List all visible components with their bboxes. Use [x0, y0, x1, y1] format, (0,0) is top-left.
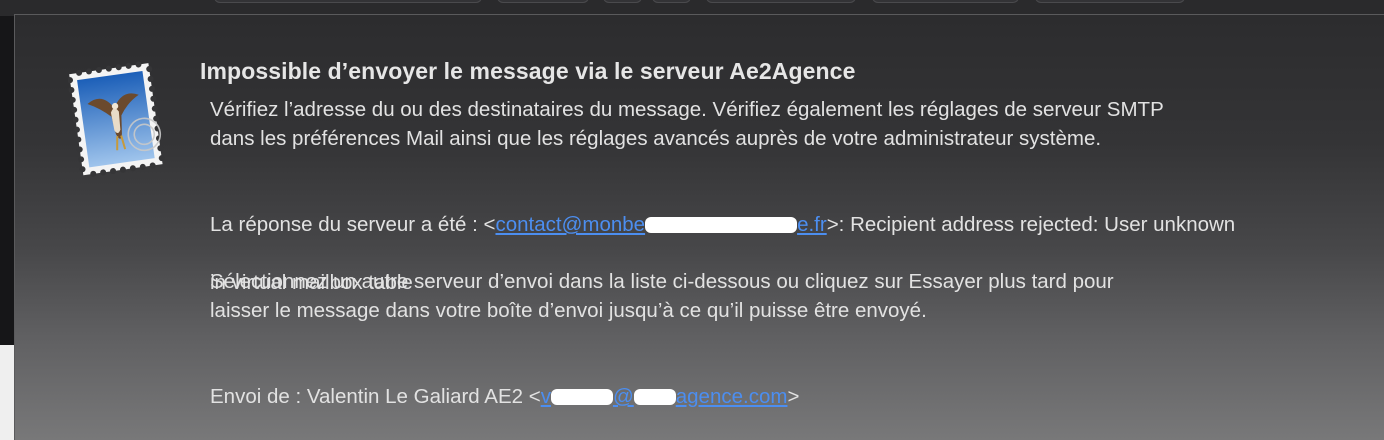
mail-stamp-icon: [66, 60, 166, 180]
redaction-mark: [633, 389, 676, 405]
background-window-edge-light: [0, 345, 14, 440]
toolbar-button[interactable]: [706, 0, 856, 3]
alert-sender: Envoi de : Valentin Le Galiard AE2 <v @ ag…: [210, 353, 1350, 411]
server-response-prefix: La réponse du serveur a été : <: [210, 213, 496, 236]
server-response-suffix: >: Recipient address rejected: User unkn…: [826, 213, 1236, 236]
recipient-email-link[interactable]: contact@monbe e.fr: [495, 213, 826, 236]
sender-suffix: >: [787, 385, 800, 408]
sender-email-start: v: [540, 385, 551, 408]
sender-email-link[interactable]: v @ agence.com: [541, 385, 788, 408]
toolbar-button[interactable]: [214, 0, 482, 3]
redaction-mark: [645, 217, 798, 233]
sender-email-end: agence.com: [675, 385, 788, 408]
redaction-mark: [550, 389, 613, 405]
toolbar-button[interactable]: [872, 0, 1019, 3]
sender-email-at: @: [612, 385, 634, 408]
toolbar-button[interactable]: [603, 0, 642, 3]
toolbar-button[interactable]: [1035, 0, 1185, 3]
recipient-email-end: e.fr: [797, 213, 827, 236]
recipient-email-start: contact@monbe: [495, 213, 646, 236]
sender-prefix: Envoi de : Valentin Le Galiard AE2 <: [210, 385, 541, 408]
alert-message-choose-server: Sélectionnez un autre serveur d’envoi da…: [210, 270, 1114, 322]
alert-message-recipient-check: Vérifiez l’adresse du ou des destinatair…: [210, 98, 1164, 150]
toolbar-button[interactable]: [652, 0, 691, 3]
toolbar-button[interactable]: [497, 0, 589, 3]
alert-title: Impossible d’envoyer le message via le s…: [200, 58, 856, 84]
